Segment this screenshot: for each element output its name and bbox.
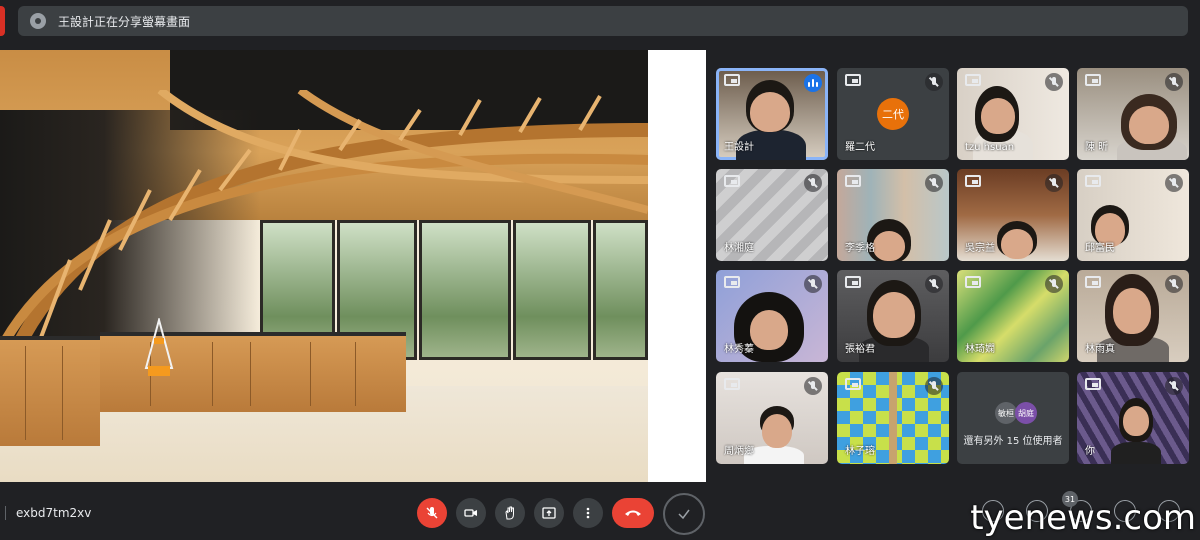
mic-off-icon xyxy=(1165,73,1183,91)
more-participants-label: 還有另外 15 位使用者 xyxy=(963,436,1063,447)
participant-name: 林子瑢 xyxy=(845,446,875,457)
pin-icon[interactable] xyxy=(845,74,861,86)
participant-tile[interactable]: 李季格 xyxy=(837,169,949,261)
mic-off-icon xyxy=(804,377,822,395)
participant-name: 吳宗益 xyxy=(965,243,995,254)
participant-tile[interactable]: 林湘庭 xyxy=(716,169,828,261)
mic-off-icon xyxy=(426,507,438,519)
more-participants-tile[interactable]: 敏桓 胡庭 還有另外 15 位使用者 xyxy=(957,372,1069,464)
participant-name: tzu hsuan xyxy=(965,142,1015,153)
mic-off-icon xyxy=(1165,174,1183,192)
watermark: tyenews.com xyxy=(970,498,1196,538)
pin-icon[interactable] xyxy=(965,74,981,86)
pin-icon[interactable] xyxy=(724,378,740,390)
participant-tile[interactable]: 邱富民 xyxy=(1077,169,1189,261)
participant-name: 邱富民 xyxy=(1085,243,1115,254)
check-icon xyxy=(678,509,690,520)
companion-check-button[interactable] xyxy=(663,493,705,535)
end-call-button[interactable] xyxy=(612,498,654,528)
presentation-image xyxy=(0,50,648,482)
avatar: 敏桓 xyxy=(995,402,1017,424)
mic-toggle-button[interactable] xyxy=(417,498,447,528)
mic-off-icon xyxy=(925,174,943,192)
participant-name: 林琦嫻 xyxy=(965,344,995,355)
participant-tile[interactable]: 林子瑢 xyxy=(837,372,949,464)
end-call-icon xyxy=(625,510,641,516)
more-vert-icon xyxy=(586,507,590,519)
pin-icon[interactable] xyxy=(724,175,740,187)
pin-icon[interactable] xyxy=(845,276,861,288)
avatar: 胡庭 xyxy=(1015,402,1037,424)
raise-hand-icon xyxy=(505,506,514,520)
pin-icon[interactable] xyxy=(845,378,861,390)
meet-window: 王設計正在分享螢幕畫面 王設計 二代 羅二代 tzu hsuan 陳 昕 林湘庭… xyxy=(0,0,1200,540)
participant-tile[interactable]: 林雨真 xyxy=(1077,270,1189,362)
participant-name: 林湘庭 xyxy=(724,243,754,254)
mic-off-icon xyxy=(925,73,943,91)
self-tile[interactable]: 你 xyxy=(1077,372,1189,464)
participant-name: 羅二代 xyxy=(845,142,875,153)
participant-name: 陳 昕 xyxy=(1085,142,1109,153)
participant-tile[interactable]: 陳 昕 xyxy=(1077,68,1189,160)
pin-icon[interactable] xyxy=(965,175,981,187)
participant-name: 林秀蓁 xyxy=(724,344,754,355)
present-button[interactable] xyxy=(534,498,564,528)
speaking-indicator-icon xyxy=(804,74,822,92)
screen-share-icon xyxy=(30,13,46,29)
participant-name: 李季格 xyxy=(845,243,875,254)
participant-tile[interactable]: 吳宗益 xyxy=(957,169,1069,261)
participant-tile[interactable]: 二代 羅二代 xyxy=(837,68,949,160)
mic-off-icon xyxy=(925,275,943,293)
avatar: 二代 xyxy=(877,98,909,130)
participant-name: 王設計 xyxy=(724,142,754,153)
participant-tile[interactable]: 周炳鄉 xyxy=(716,372,828,464)
sharing-banner: 王設計正在分享螢幕畫面 xyxy=(18,6,1188,36)
shared-screen[interactable] xyxy=(0,50,706,482)
camera-icon xyxy=(464,509,477,517)
more-options-button[interactable] xyxy=(573,498,603,528)
participant-name: 張裕君 xyxy=(845,344,875,355)
mic-off-icon xyxy=(1165,377,1183,395)
mic-off-icon xyxy=(1165,275,1183,293)
mic-off-icon xyxy=(1045,73,1063,91)
mic-off-icon xyxy=(804,275,822,293)
participant-grid: 王設計 二代 羅二代 tzu hsuan 陳 昕 林湘庭 李季格 吳宗益 邱富民… xyxy=(716,68,1190,466)
pin-icon[interactable] xyxy=(1085,175,1101,187)
participant-tile[interactable]: 王設計 xyxy=(716,68,828,160)
pin-icon[interactable] xyxy=(1085,378,1101,390)
participant-tile[interactable]: tzu hsuan xyxy=(957,68,1069,160)
sharing-banner-text: 王設計正在分享螢幕畫面 xyxy=(58,14,191,29)
pin-icon[interactable] xyxy=(724,74,740,86)
participant-name: 你 xyxy=(1085,446,1095,457)
mic-off-icon xyxy=(925,377,943,395)
pin-icon[interactable] xyxy=(724,276,740,288)
mic-off-icon xyxy=(1045,275,1063,293)
participant-tile[interactable]: 林琦嫻 xyxy=(957,270,1069,362)
mic-off-icon xyxy=(1045,174,1063,192)
present-icon xyxy=(542,507,556,519)
camera-toggle-button[interactable] xyxy=(456,498,486,528)
pin-icon[interactable] xyxy=(965,276,981,288)
participant-name: 周炳鄉 xyxy=(724,446,754,457)
pin-icon[interactable] xyxy=(845,175,861,187)
meeting-code: exbd7tm2xv xyxy=(16,506,92,520)
raise-hand-button[interactable] xyxy=(495,498,525,528)
pin-icon[interactable] xyxy=(1085,74,1101,86)
participant-name: 林雨真 xyxy=(1085,344,1115,355)
participant-tile[interactable]: 林秀蓁 xyxy=(716,270,828,362)
recording-indicator xyxy=(0,6,5,36)
mic-off-icon xyxy=(804,174,822,192)
3d-printer xyxy=(144,318,174,376)
pin-icon[interactable] xyxy=(1085,276,1101,288)
participant-tile[interactable]: 張裕君 xyxy=(837,270,949,362)
